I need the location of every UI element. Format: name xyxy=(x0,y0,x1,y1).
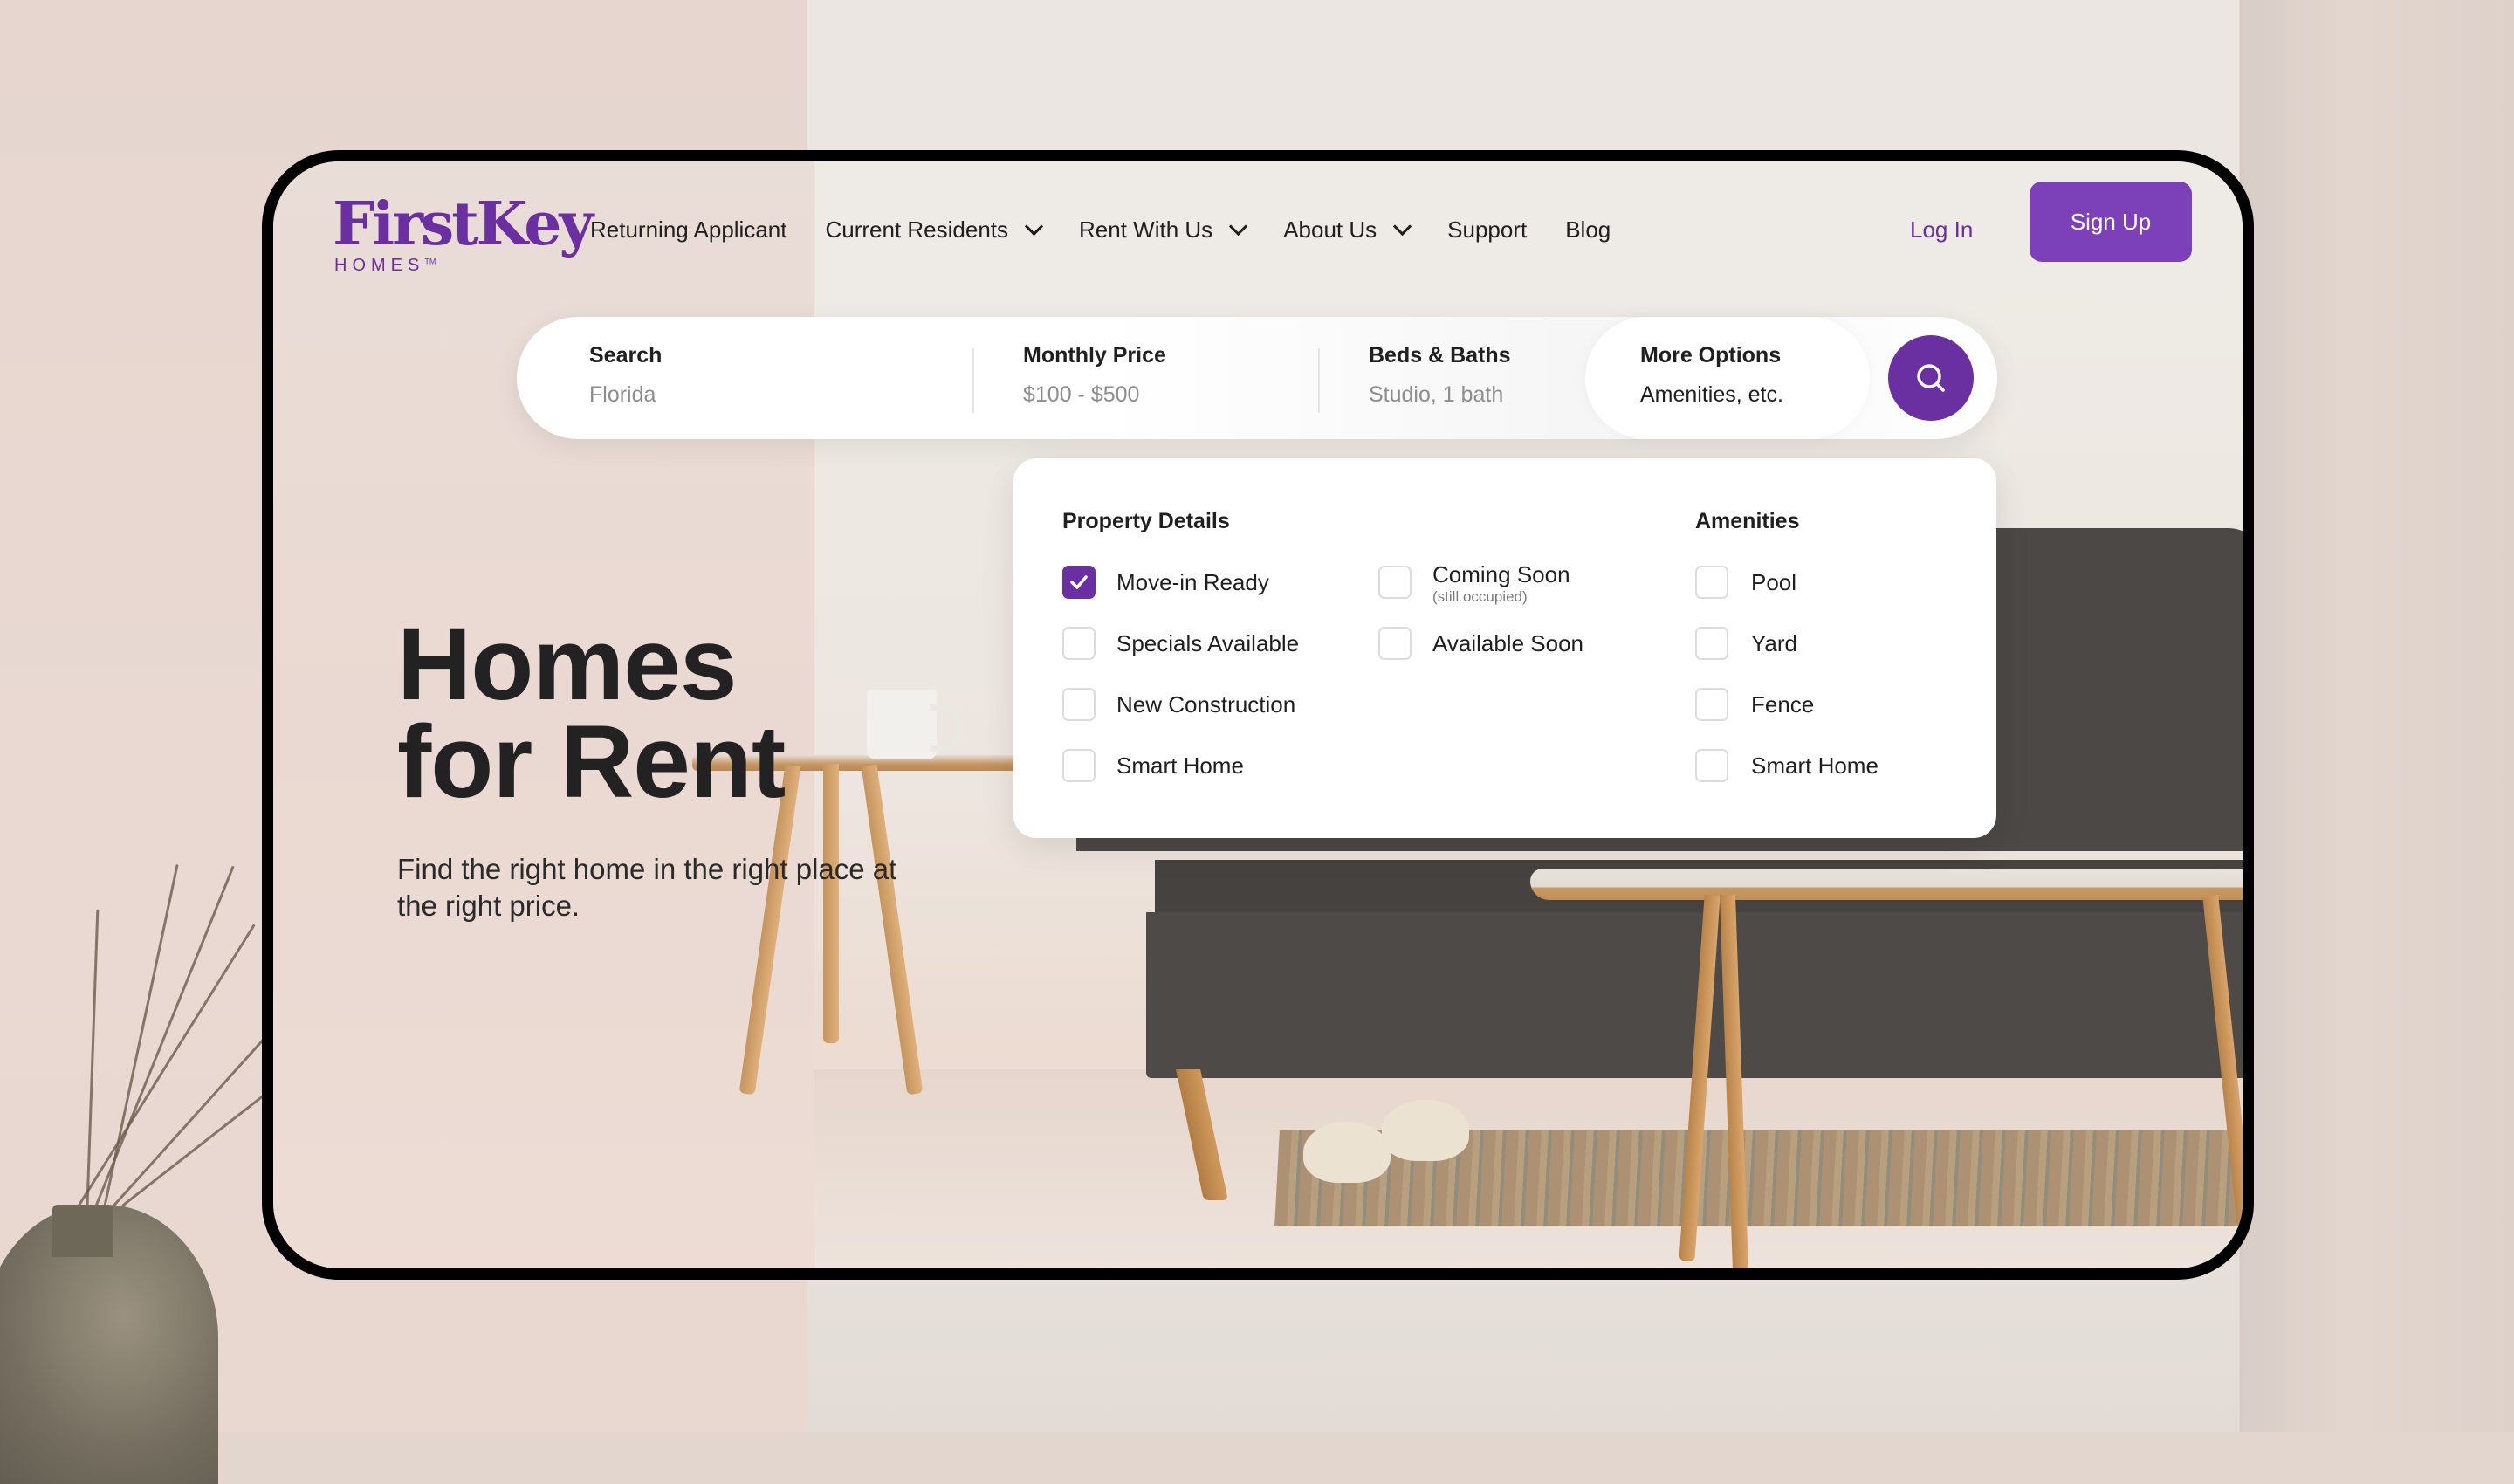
option-label: Pool xyxy=(1751,568,1797,595)
chevron-down-icon xyxy=(1024,216,1044,237)
checkbox-move-in-ready[interactable]: Move-in Ready xyxy=(1062,566,1269,599)
checkbox[interactable] xyxy=(1378,566,1412,599)
checkbox[interactable] xyxy=(1062,688,1096,721)
device-frame: FirstKey HOMESTM Returning Applicant Cur… xyxy=(262,150,2254,1280)
field-value: Florida xyxy=(589,382,656,407)
coffee-table-top xyxy=(1530,869,2243,900)
nav-current-residents[interactable]: Current Residents xyxy=(825,216,1044,244)
search-location-field[interactable]: Search Florida xyxy=(589,343,662,408)
logo-wordmark: FirstKey xyxy=(333,189,594,259)
brand-logo[interactable]: FirstKey HOMESTM xyxy=(333,189,594,276)
checkbox[interactable] xyxy=(1695,749,1728,782)
divider xyxy=(1318,348,1320,413)
checkbox-checked[interactable] xyxy=(1062,566,1096,599)
divider xyxy=(972,348,974,413)
nav-support[interactable]: Support xyxy=(1447,216,1527,244)
chevron-down-icon xyxy=(1229,216,1248,237)
checkbox[interactable] xyxy=(1695,566,1728,599)
field-label: Beds & Baths xyxy=(1369,343,1511,368)
search-button[interactable] xyxy=(1888,335,1974,421)
login-link[interactable]: Log In xyxy=(1910,216,1973,244)
checkbox-specials-available[interactable]: Specials Available xyxy=(1062,627,1299,660)
monthly-price-field[interactable]: Monthly Price $100 - $500 xyxy=(1023,343,1166,408)
nav-blog[interactable]: Blog xyxy=(1565,216,1611,244)
checkbox-smart-home-property[interactable]: Smart Home xyxy=(1062,749,1244,782)
option-label: Available Soon xyxy=(1432,629,1583,656)
checkbox-fence[interactable]: Fence xyxy=(1695,688,1814,721)
option-label: Move-in Ready xyxy=(1116,568,1269,595)
field-value: $100 - $500 xyxy=(1023,382,1140,407)
checkbox[interactable] xyxy=(1378,627,1412,660)
signup-button[interactable]: Sign Up xyxy=(2030,182,2192,262)
option-label: Yard xyxy=(1751,629,1797,656)
field-label: Search xyxy=(589,343,663,368)
nav-rent-with-us[interactable]: Rent With Us xyxy=(1079,216,1248,244)
hero-subtitle: Find the right home in the right place a… xyxy=(397,853,897,922)
option-label: Specials Available xyxy=(1116,629,1300,656)
option-sublabel: (still occupied) xyxy=(1432,587,1528,605)
beds-baths-field[interactable]: Beds & Baths Studio, 1 bath xyxy=(1369,343,1511,408)
checkbox[interactable] xyxy=(1062,627,1096,660)
nav-about-us[interactable]: About Us xyxy=(1283,216,1412,244)
option-label: Smart Home xyxy=(1116,752,1244,779)
checkbox-available-soon[interactable]: Available Soon xyxy=(1378,627,1583,660)
search-icon xyxy=(1917,364,1945,392)
search-bar: Search Florida Monthly Price $100 - $500… xyxy=(517,317,1997,439)
slipper xyxy=(1382,1100,1469,1161)
main-nav: Returning Applicant Current Residents Re… xyxy=(590,216,1649,244)
slipper xyxy=(1303,1122,1391,1183)
checkbox[interactable] xyxy=(1695,688,1728,721)
background-wall-right xyxy=(2243,0,2514,1432)
hero-title-line-2: for Rent xyxy=(397,704,786,820)
checkbox-pool[interactable]: Pool xyxy=(1695,566,1796,599)
hero-title: Homes for Rent xyxy=(397,613,786,814)
field-value: Studio, 1 bath xyxy=(1369,382,1504,407)
glass-vase-neck xyxy=(52,1205,113,1257)
checkmark-icon xyxy=(1070,575,1088,589)
more-options-field[interactable]: More Options Amenities, etc. xyxy=(1585,317,1870,439)
nav-returning-applicant[interactable]: Returning Applicant xyxy=(590,216,786,244)
option-label: Coming Soon xyxy=(1432,561,1570,587)
more-options-dropdown: Property Details Amenities Move-in Ready… xyxy=(1013,458,1996,838)
option-label-group: Coming Soon (still occupied) xyxy=(1432,562,1570,605)
field-label: Monthly Price xyxy=(1023,343,1166,368)
option-label: New Construction xyxy=(1116,690,1296,718)
amenities-heading: Amenities xyxy=(1695,509,1800,533)
option-label: Smart Home xyxy=(1751,752,1879,779)
checkbox-coming-soon[interactable]: Coming Soon (still occupied) xyxy=(1378,562,1570,605)
coffee-mug-handle xyxy=(930,704,962,752)
checkbox-yard[interactable]: Yard xyxy=(1695,627,1797,660)
field-label: More Options xyxy=(1640,343,1782,368)
checkbox[interactable] xyxy=(1062,749,1096,782)
property-details-heading: Property Details xyxy=(1062,509,1230,533)
more-options-content: More Options Amenities, etc. xyxy=(1640,343,1783,408)
coffee-mug xyxy=(867,690,937,759)
field-value: Amenities, etc. xyxy=(1640,382,1783,407)
checkbox[interactable] xyxy=(1695,627,1728,660)
checkbox-new-construction[interactable]: New Construction xyxy=(1062,688,1295,721)
option-label: Fence xyxy=(1751,690,1815,718)
checkbox-smart-home-amenity[interactable]: Smart Home xyxy=(1695,749,1879,782)
chevron-down-icon xyxy=(1393,216,1412,237)
